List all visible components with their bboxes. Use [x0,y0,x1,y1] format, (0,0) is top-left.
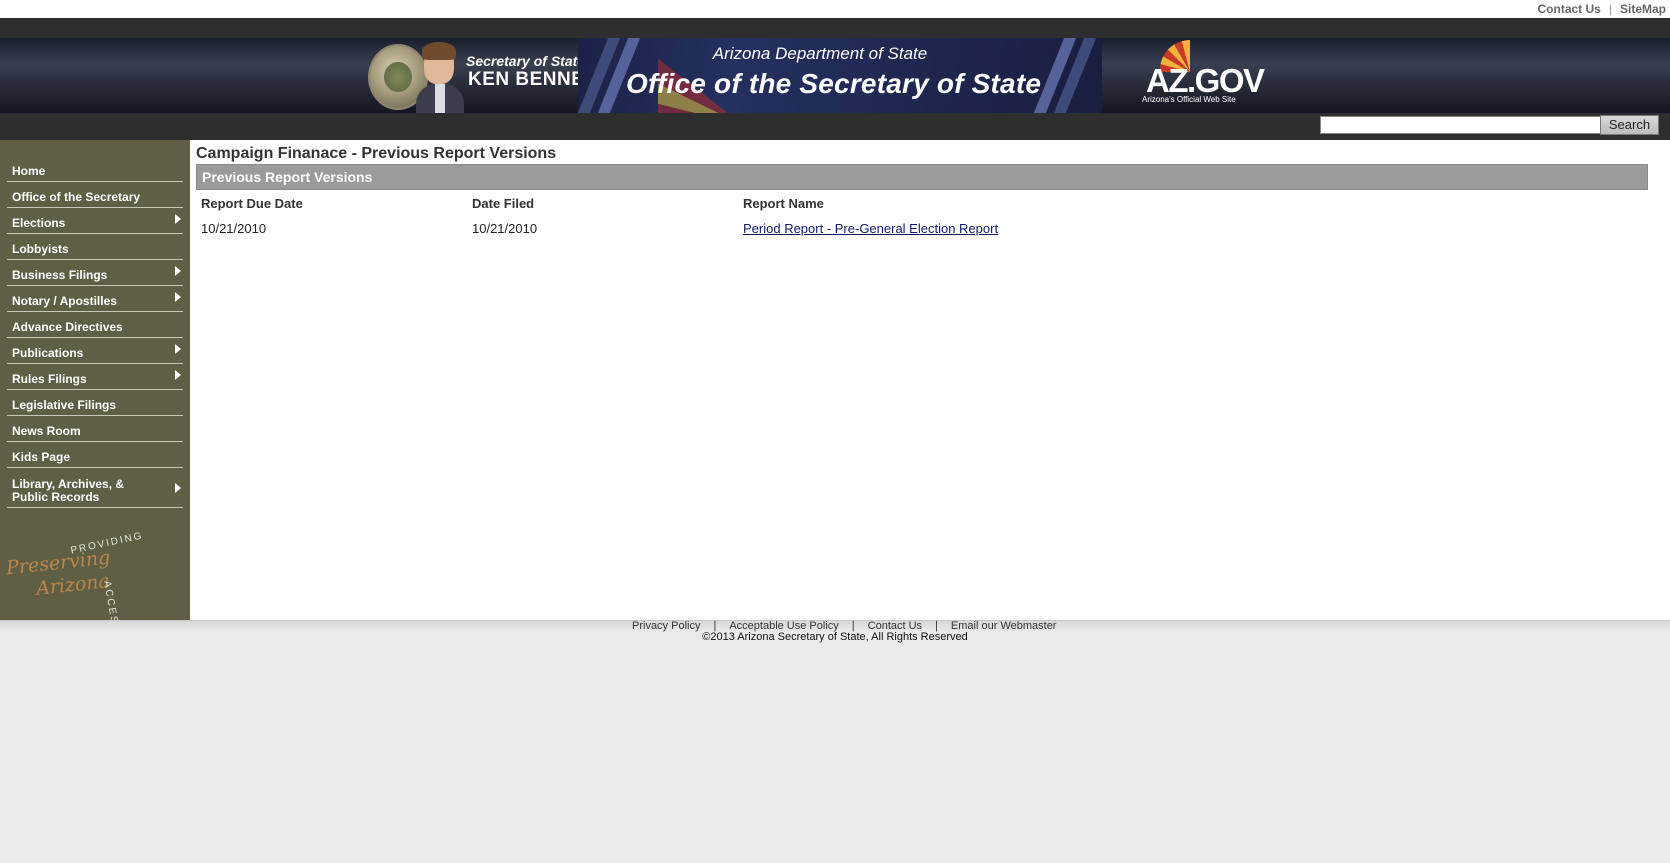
sidebar-item-label: Rules Filings [12,372,87,386]
sidebar-item-label: Publications [12,346,84,360]
secretary-label: Secretary of State [466,53,586,69]
column-header-date-filed: Date Filed [472,196,535,211]
sidebar-item-publications[interactable]: Publications [7,338,183,364]
flag-background: Arizona Department of State Office of th… [578,38,1102,113]
utility-bar: Contact Us | SiteMap [0,0,1670,18]
preserving-arizona-logo: Preserving Arizona PROVIDING ACCESS [5,530,156,634]
sidebar-item-rules-filings[interactable]: Rules Filings [7,364,183,390]
row-report-due-date: 10/21/2010 [201,221,267,236]
sidebar-item-library-archives[interactable]: Library, Archives, & Public Records [7,468,183,508]
contact-us-link[interactable]: Contact Us [1538,2,1601,16]
main-content: Campaign Finanace - Previous Report Vers… [190,140,1670,620]
search-bar: Search [0,113,1670,140]
sidebar-item-kids-page[interactable]: Kids Page [7,442,183,468]
submenu-arrow-icon [175,370,181,380]
row-date-filed: 10/21/2010 [472,221,538,236]
section-header: Previous Report Versions [196,164,1648,190]
submenu-arrow-icon [175,292,181,302]
section-title: Previous Report Versions [202,169,373,185]
department-title: Arizona Department of State [712,44,928,63]
search-input[interactable] [1320,116,1602,134]
header-banner: Secretary of State KEN BENNETT Arizona D… [0,38,1670,113]
azgov-tagline: Arizona's Official Web Site [1142,95,1236,104]
utility-links: Contact Us | SiteMap [1538,2,1666,16]
secretary-portrait [416,42,464,113]
submenu-arrow-icon [175,344,181,354]
page-title: Campaign Finanace - Previous Report Vers… [196,145,557,162]
report-name-link[interactable]: Period Report - Pre-General Election Rep… [743,221,998,236]
sidebar-item-label: Office of the Secretary [12,190,141,204]
sidebar-item-label: News Room [12,424,81,438]
sidebar-item-news-room[interactable]: News Room [7,416,183,442]
sidebar-item-label: Advance Directives [12,320,123,334]
copyright-text: ©2013 Arizona Secretary of State, All Ri… [702,631,968,643]
sidebar-item-lobbyists[interactable]: Lobbyists [7,234,183,260]
submenu-arrow-icon [175,214,181,224]
sidebar-item-home[interactable]: Home [7,156,183,182]
sidebar-item-label: Lobbyists [12,242,69,256]
sidebar-item-label: Home [12,164,46,178]
sidebar-item-business-filings[interactable]: Business Filings [7,260,183,286]
sidebar-item-label: Notary / Apostilles [12,294,117,308]
row-report-name: Period Report - Pre-General Election Rep… [743,221,998,236]
sidebar-item-advance-directives[interactable]: Advance Directives [7,312,183,338]
sidebar-item-label: Elections [12,216,66,230]
search-button[interactable]: Search [1600,115,1659,135]
sidebar-item-legislative-filings[interactable]: Legislative Filings [7,390,183,416]
sidebar: Home Office of the Secretary Elections L… [0,140,190,634]
sidebar-item-notary-apostilles[interactable]: Notary / Apostilles [7,286,183,312]
column-header-report-due-date: Report Due Date [201,196,303,211]
banner-artwork[interactable]: Secretary of State KEN BENNETT Arizona D… [366,38,1102,113]
sidebar-item-label: Library, Archives, & Public Records [12,477,125,504]
sidebar-item-office-of-the-secretary[interactable]: Office of the Secretary [7,182,183,208]
submenu-arrow-icon [175,483,181,493]
sidebar-nav: Home Office of the Secretary Elections L… [7,156,183,508]
sidebar-item-label: Business Filings [12,268,108,282]
azgov-logo[interactable]: AZ.GOV Arizona's Official Web Site [1130,38,1265,113]
sidebar-item-elections[interactable]: Elections [7,208,183,234]
column-header-report-name: Report Name [743,196,824,211]
utility-separator: | [1608,2,1612,16]
sitemap-link[interactable]: SiteMap [1620,2,1666,16]
submenu-arrow-icon [175,266,181,276]
office-title: Office of the Secretary of State [626,68,1042,99]
header-strip [0,18,1670,39]
sidebar-item-label: Kids Page [12,450,71,464]
sidebar-item-label: Legislative Filings [12,398,117,412]
